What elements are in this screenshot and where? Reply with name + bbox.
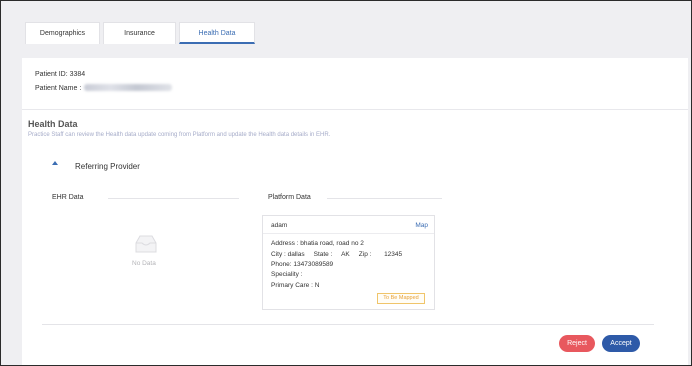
health-data-description: Practice Staff can review the Health dat…	[28, 132, 331, 138]
platform-card-header: adam Map	[263, 216, 434, 234]
tab-health-data[interactable]: Health Data	[179, 22, 255, 44]
provider-name: adam	[271, 222, 288, 229]
provider-primary-care: Primary Care : N	[271, 282, 320, 289]
status-badge: To Be Mapped	[377, 293, 425, 304]
no-data-text: No Data	[132, 260, 156, 267]
actions-divider	[42, 324, 654, 325]
patient-name-label: Patient Name :	[35, 85, 82, 92]
health-data-title: Health Data	[28, 119, 78, 129]
patient-name: Patient Name :	[35, 84, 173, 92]
accept-button[interactable]: Accept	[602, 335, 640, 352]
ehr-data-label: EHR Data	[52, 194, 92, 201]
map-link[interactable]: Map	[415, 222, 428, 229]
provider-address: Address : bhatia road, road no 2	[271, 240, 364, 247]
app-frame: Demographics Insurance Health Data Patie…	[0, 0, 692, 366]
chevron-up-icon[interactable]	[51, 159, 59, 167]
provider-phone: Phone: 13473089589	[271, 261, 334, 268]
tab-insurance[interactable]: Insurance	[103, 22, 176, 44]
provider-speciality: Speciality :	[271, 271, 303, 278]
provider-city-state-zip: City : dallas State : AK Zip : 12345	[271, 251, 403, 258]
tab-demographics[interactable]: Demographics	[25, 22, 100, 44]
patient-name-redacted	[84, 84, 173, 91]
patient-info: Patient ID: 3384 Patient Name :	[22, 58, 688, 110]
empty-inbox-icon	[135, 235, 157, 253]
content-card: Patient ID: 3384 Patient Name : Health D…	[22, 58, 688, 365]
platform-data-card: adam Map Address : bhatia road, road no …	[262, 215, 435, 310]
platform-data-label: Platform Data	[268, 194, 311, 201]
tab-bar: Demographics Insurance Health Data	[25, 22, 258, 44]
patient-id: Patient ID: 3384	[35, 71, 86, 78]
platform-divider	[327, 198, 442, 199]
referring-provider-title: Referring Provider	[75, 162, 140, 171]
ehr-divider	[108, 198, 239, 199]
reject-button[interactable]: Reject	[559, 335, 595, 352]
